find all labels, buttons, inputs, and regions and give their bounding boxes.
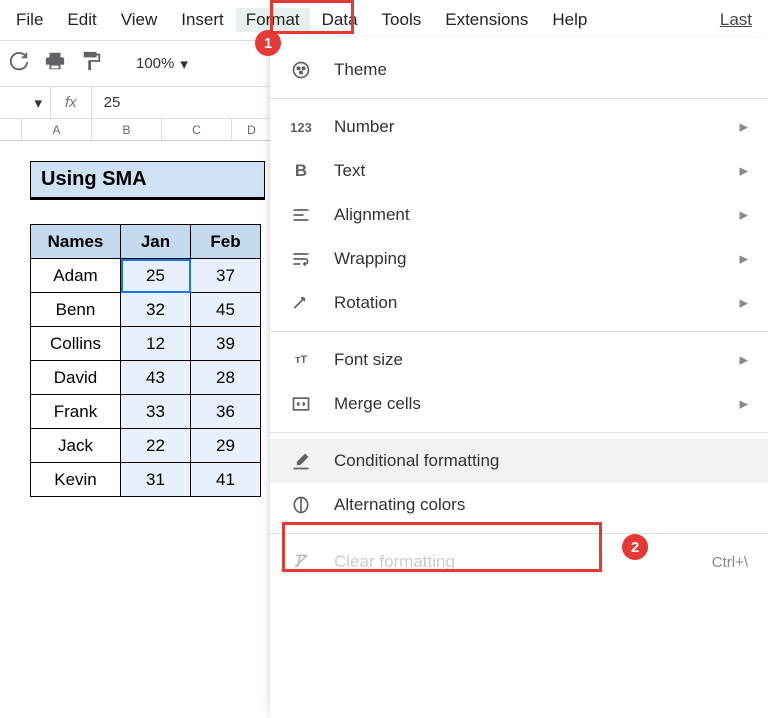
clear-shortcut: Ctrl+\ [712,554,748,571]
menu-clear-formatting[interactable]: Clear formatting Ctrl+\ [270,540,768,584]
select-all-corner[interactable] [0,119,22,140]
menu-alternating-colors[interactable]: Alternating colors [270,483,768,527]
cell-jan-3[interactable]: 43 [121,361,191,395]
theme-icon [290,60,312,80]
zoom-selector[interactable]: 100% ▾ [136,55,188,73]
print-icon[interactable] [44,50,66,77]
cell-name-1[interactable]: Benn [31,293,121,327]
menubar: File Edit View Insert Format Data Tools … [0,0,768,41]
paint-format-icon[interactable] [80,50,102,77]
menu-wrapping[interactable]: Wrapping ▸ [270,237,768,281]
merge-icon [290,394,312,414]
alternating-icon [290,495,312,515]
header-feb[interactable]: Feb [191,225,261,259]
rotation-icon [290,293,312,313]
header-names[interactable]: Names [31,225,121,259]
title-banner[interactable]: Using SMA [30,161,265,200]
menu-clear-label: Clear formatting [334,552,455,572]
menu-text-label: Text [334,161,365,181]
cell-feb-0[interactable]: 37 [191,259,261,293]
cell-jan-2[interactable]: 12 [121,327,191,361]
menu-alignment[interactable]: Alignment ▸ [270,193,768,237]
col-header-a[interactable]: A [22,119,92,140]
format-menu-dropdown: Theme 123 Number ▸ B Text ▸ Alignment ▸ … [270,38,768,718]
menu-number[interactable]: 123 Number ▸ [270,105,768,149]
zoom-value: 100% [136,55,174,72]
menu-number-label: Number [334,117,394,137]
chevron-right-icon: ▸ [739,117,748,137]
cell-jan-4[interactable]: 33 [121,395,191,429]
chevron-right-icon: ▸ [739,350,748,370]
menu-format[interactable]: Format [236,8,310,32]
cell-name-4[interactable]: Frank [31,395,121,429]
menu-conditional-label: Conditional formatting [334,451,499,471]
menu-theme-label: Theme [334,60,387,80]
menu-font-size-label: Font size [334,350,403,370]
menu-theme[interactable]: Theme [270,48,768,92]
conditional-icon [290,451,312,471]
cell-feb-3[interactable]: 28 [191,361,261,395]
menu-edit[interactable]: Edit [55,6,108,34]
align-icon [290,205,312,225]
menu-alternating-label: Alternating colors [334,495,465,515]
name-box[interactable]: ▾ [0,94,50,112]
chevron-right-icon: ▸ [739,293,748,313]
menu-insert[interactable]: Insert [169,6,236,34]
chevron-right-icon: ▸ [739,249,748,269]
header-jan[interactable]: Jan [121,225,191,259]
menu-font-size[interactable]: тT Font size ▸ [270,338,768,382]
cell-feb-5[interactable]: 29 [191,429,261,463]
menu-last-edit[interactable]: Last [708,6,764,34]
chevron-right-icon: ▸ [739,161,748,181]
number-icon: 123 [290,120,312,135]
menu-rotation-label: Rotation [334,293,397,313]
col-header-d[interactable]: D [232,119,272,140]
cell-name-2[interactable]: Collins [31,327,121,361]
cell-feb-1[interactable]: 45 [191,293,261,327]
menu-rotation[interactable]: Rotation ▸ [270,281,768,325]
bold-icon: B [290,161,312,181]
wrap-icon [290,249,312,269]
menu-merge-label: Merge cells [334,394,421,414]
font-size-icon: тT [290,354,312,366]
clear-format-icon [290,552,312,572]
cell-feb-4[interactable]: 36 [191,395,261,429]
menu-data[interactable]: Data [310,6,370,34]
cell-feb-2[interactable]: 39 [191,327,261,361]
menu-view[interactable]: View [109,6,170,34]
menu-conditional-formatting[interactable]: Conditional formatting [270,439,768,483]
cell-name-3[interactable]: David [31,361,121,395]
menu-wrapping-label: Wrapping [334,249,406,269]
menu-extensions[interactable]: Extensions [433,6,540,34]
menu-help[interactable]: Help [540,6,599,34]
cell-feb-6[interactable]: 41 [191,463,261,497]
menu-text[interactable]: B Text ▸ [270,149,768,193]
menu-alignment-label: Alignment [334,205,410,225]
menu-tools[interactable]: Tools [370,6,434,34]
cell-jan-5[interactable]: 22 [121,429,191,463]
data-table: Names Jan Feb Adam 25 37 Benn 32 45 Coll… [30,224,261,497]
cell-jan-6[interactable]: 31 [121,463,191,497]
cell-jan-1[interactable]: 32 [121,293,191,327]
fx-label: fx [50,87,92,118]
chevron-right-icon: ▸ [739,394,748,414]
chevron-right-icon: ▸ [739,205,748,225]
cell-jan-0[interactable]: 25 [121,259,191,293]
menu-file[interactable]: File [4,6,55,34]
formula-input[interactable]: 25 [92,94,133,111]
cell-name-0[interactable]: Adam [31,259,121,293]
menu-merge-cells[interactable]: Merge cells ▸ [270,382,768,426]
chevron-down-icon: ▾ [180,55,188,73]
col-header-c[interactable]: C [162,119,232,140]
cell-name-6[interactable]: Kevin [31,463,121,497]
redo-icon[interactable] [8,50,30,77]
col-header-b[interactable]: B [92,119,162,140]
cell-name-5[interactable]: Jack [31,429,121,463]
chevron-down-icon: ▾ [34,94,42,112]
